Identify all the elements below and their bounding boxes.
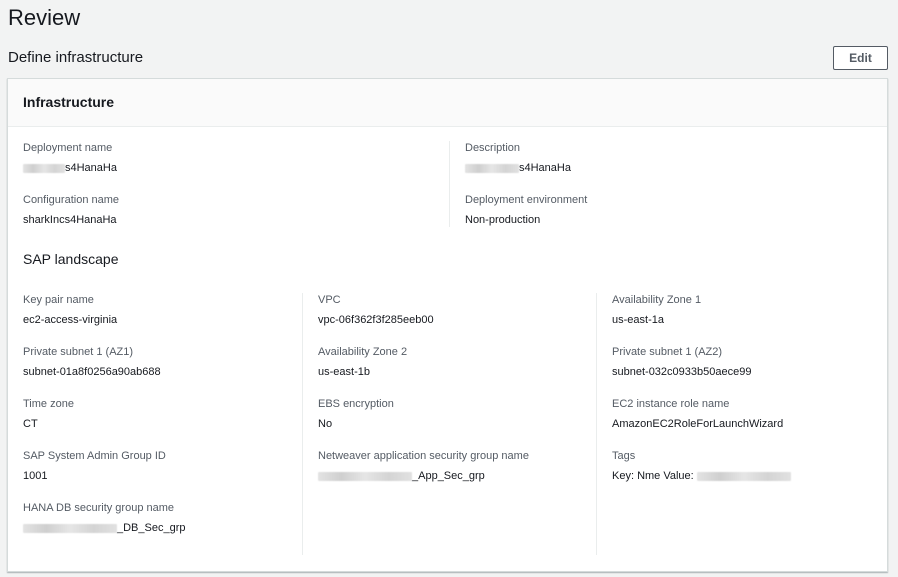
key-pair-name-field: Key pair name ec2-access-virginia (23, 293, 117, 327)
vpc-label: VPC (318, 294, 341, 306)
ebs-encryption-field: EBS encryption No (318, 397, 394, 431)
sap-landscape-title: SAP landscape (23, 251, 119, 267)
card-header: Infrastructure (8, 79, 887, 127)
hana-db-sg-value: _DB_Sec_grp (23, 521, 186, 535)
deployment-name-value: s4HanaHa (23, 161, 117, 175)
availability-zone-2-value: us-east-1b (318, 366, 370, 378)
section-title: Define infrastructure (8, 49, 144, 66)
hana-db-sg-field: HANA DB security group name _DB_Sec_grp (23, 501, 186, 535)
hana-db-sg-label: HANA DB security group name (23, 502, 175, 514)
netweaver-sg-field: Netweaver application security group nam… (318, 449, 529, 483)
ebs-encryption-value: No (318, 418, 333, 430)
page-title: Review (8, 5, 81, 30)
key-pair-name-value: ec2-access-virginia (23, 314, 118, 326)
netweaver-sg-label: Netweaver application security group nam… (318, 450, 529, 462)
availability-zone-1-value: us-east-1a (612, 314, 664, 326)
availability-zone-2-field: Availability Zone 2 us-east-1b (318, 345, 407, 379)
deployment-environment-label: Deployment environment (465, 194, 588, 206)
infrastructure-card: Infrastructure Deployment name s4HanaHa … (7, 78, 888, 572)
availability-zone-2-label: Availability Zone 2 (318, 346, 408, 358)
tags-field: Tags Key: Nme Value: (612, 449, 791, 483)
edit-button[interactable]: Edit (833, 46, 888, 70)
card-title: Infrastructure (23, 94, 115, 110)
vpc-field: VPC vpc-06f362f3f285eeb00 (318, 293, 434, 327)
key-pair-name-label: Key pair name (23, 294, 94, 306)
netweaver-sg-value: _App_Sec_grp (318, 469, 529, 483)
configuration-name-value: sharkIncs4HanaHa (23, 214, 117, 226)
ec2-instance-role-field: EC2 instance role name AmazonEC2RoleForL… (612, 397, 783, 431)
sap-admin-group-value: 1001 (23, 470, 48, 482)
private-subnet-az2-value: subnet-032c0933b50aece99 (612, 366, 752, 378)
private-subnet-az2-field: Private subnet 1 (AZ2) subnet-032c0933b5… (612, 345, 751, 379)
redacted-text (318, 471, 412, 481)
deployment-name-field: Deployment name s4HanaHa (23, 141, 117, 175)
configuration-name-label: Configuration name (23, 194, 120, 206)
redacted-text (465, 163, 519, 173)
private-subnet-az1-field: Private subnet 1 (AZ1) subnet-01a8f0256a… (23, 345, 161, 379)
deployment-environment-value: Non-production (465, 214, 541, 226)
ec2-instance-role-label: EC2 instance role name (612, 398, 730, 410)
ebs-encryption-label: EBS encryption (318, 398, 394, 410)
private-subnet-az1-value: subnet-01a8f0256a90ab688 (23, 366, 161, 378)
sap-admin-group-label: SAP System Admin Group ID (23, 450, 166, 462)
configuration-name-field: Configuration name sharkIncs4HanaHa (23, 193, 119, 227)
description-field: Description s4HanaHa (465, 141, 571, 175)
availability-zone-1-label: Availability Zone 1 (612, 294, 702, 306)
redacted-text (696, 471, 791, 481)
ec2-instance-role-value: AmazonEC2RoleForLaunchWizard (612, 418, 784, 430)
deployment-environment-field: Deployment environment Non-production (465, 193, 587, 227)
column-divider (302, 293, 303, 555)
description-value: s4HanaHa (465, 161, 571, 175)
availability-zone-1-field: Availability Zone 1 us-east-1a (612, 293, 701, 327)
sap-admin-group-field: SAP System Admin Group ID 1001 (23, 449, 166, 483)
time-zone-field: Time zone CT (23, 397, 74, 431)
time-zone-label: Time zone (23, 398, 74, 410)
private-subnet-az2-label: Private subnet 1 (AZ2) (612, 346, 723, 358)
vpc-value: vpc-06f362f3f285eeb00 (318, 314, 434, 326)
tags-label: Tags (612, 450, 636, 462)
column-divider (596, 293, 597, 555)
private-subnet-az1-label: Private subnet 1 (AZ1) (23, 346, 134, 358)
deployment-name-label: Deployment name (23, 142, 113, 154)
tags-value: Key: Nme Value: (612, 469, 791, 483)
description-label: Description (465, 142, 521, 154)
time-zone-value: CT (23, 418, 38, 430)
column-divider (449, 141, 450, 227)
redacted-text (23, 163, 65, 173)
redacted-text (23, 523, 117, 533)
